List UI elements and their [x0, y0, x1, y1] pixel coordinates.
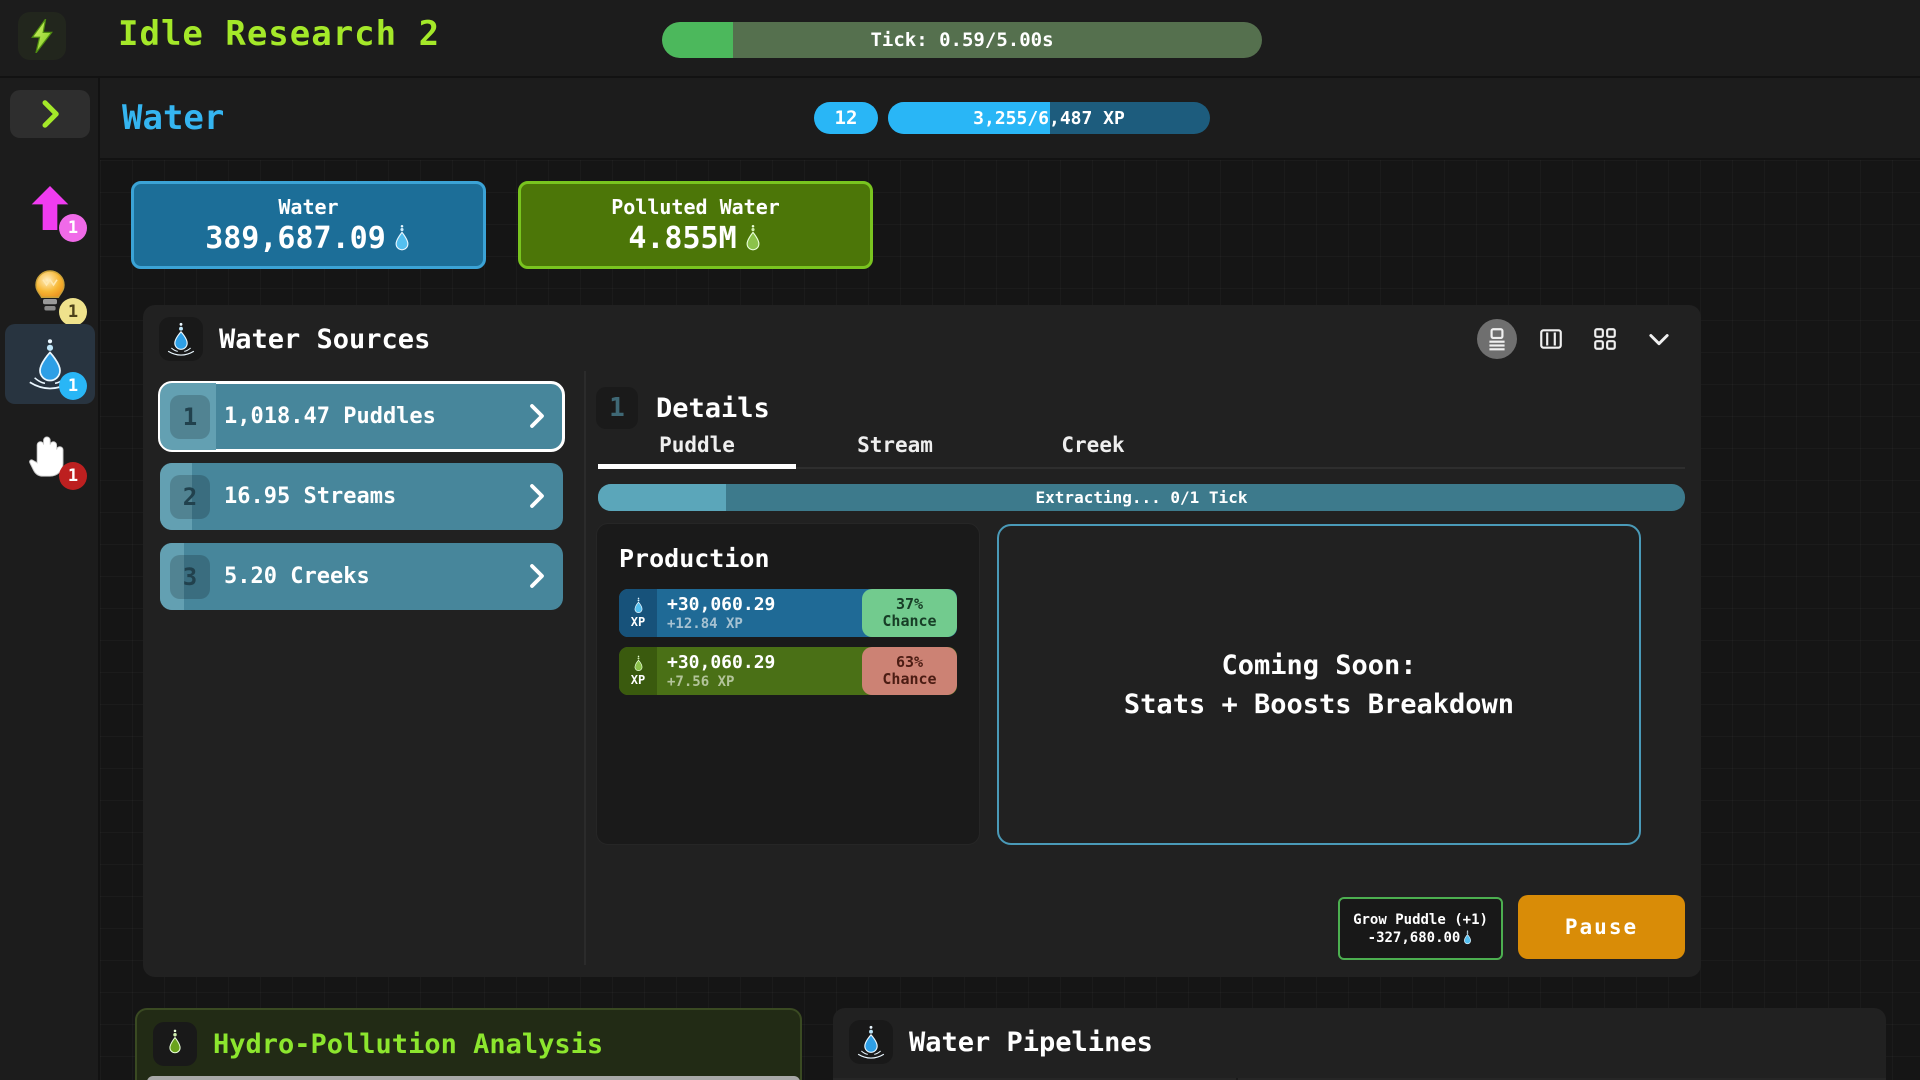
manual-badge: 1: [59, 462, 87, 490]
grow-puddle-button[interactable]: Grow Puddle (+1) -327,680.00: [1338, 897, 1503, 960]
chance-percent: 37%: [896, 596, 923, 613]
level-badge: 12: [814, 102, 878, 134]
water-droplet-icon: [632, 597, 645, 614]
production-amount: +30,060.29: [667, 594, 775, 615]
coming-soon-line2: Stats + Boosts Breakdown: [1124, 689, 1514, 720]
chance-chip: 63% Chance: [862, 647, 957, 695]
production-card: Production XP +30,060.29 +12.84: [596, 523, 980, 845]
hydro-panel-title: Hydro-Pollution Analysis: [213, 1029, 603, 1060]
tab-creek[interactable]: Creek: [994, 433, 1192, 469]
chance-word: Chance: [882, 613, 936, 630]
production-row-polluted: XP +30,060.29 +7.56 XP 63% Chance: [619, 647, 957, 695]
grid-view-button[interactable]: [1585, 319, 1625, 359]
water-card-value: 389,687.09: [205, 221, 386, 256]
upgrades-badge: 1: [59, 214, 87, 242]
production-amount: +30,060.29: [667, 652, 775, 673]
polluted-droplet-icon: [632, 655, 645, 672]
sources-panel-title: Water Sources: [219, 324, 430, 355]
chevron-right-icon: [527, 561, 547, 591]
details-index-badge: 1: [596, 387, 638, 429]
coming-soon-box: Coming Soon: Stats + Boosts Breakdown: [997, 524, 1641, 845]
app-title: Idle Research 2: [118, 14, 440, 54]
source-item-puddles[interactable]: 1 1,018.47 Puddles: [160, 383, 563, 450]
extracting-label: Extracting... 0/1 Tick: [598, 484, 1685, 511]
coming-soon-line1: Coming Soon:: [1221, 650, 1416, 681]
source-label: 16.95 Streams: [224, 484, 396, 509]
xp-tag: XP: [631, 673, 645, 687]
grow-button-line1: Grow Puddle (+1): [1353, 912, 1488, 928]
game-screen: Idle Research 2 Tick: 0.59/5.00s Water 1…: [0, 0, 1920, 1080]
production-xp: +12.84 XP: [667, 616, 775, 632]
water-drop-ripple-icon: [849, 1020, 893, 1064]
production-row-water: XP +30,060.29 +12.84 XP 37% Chance: [619, 589, 957, 637]
sidebar-collapse-button[interactable]: [10, 90, 90, 138]
polluted-card-label: Polluted Water: [611, 195, 780, 219]
water-droplet-icon: [1462, 930, 1473, 945]
app-logo-button[interactable]: [18, 12, 66, 60]
chance-chip: 37% Chance: [862, 589, 957, 637]
rows-view-icon: [1484, 326, 1510, 352]
chevron-right-icon: [527, 401, 547, 431]
grid-view-icon: [1592, 326, 1618, 352]
collapse-panel-button[interactable]: [1639, 319, 1679, 359]
tab-stream[interactable]: Stream: [796, 433, 994, 469]
main-content: Water 389,687.09 Polluted Water 4.855M: [100, 160, 1920, 1080]
water-droplet-icon: [392, 224, 412, 252]
polluted-water-resource-card[interactable]: Polluted Water 4.855M: [518, 181, 873, 269]
tick-progress-bar: Tick: 0.59/5.00s: [662, 22, 1262, 58]
polluted-card-value: 4.855M: [628, 221, 736, 256]
chevron-down-icon: [1645, 325, 1673, 353]
polluted-drop-icon: [153, 1022, 197, 1066]
details-divider: [584, 371, 586, 965]
tab-puddle[interactable]: Puddle: [598, 433, 796, 469]
sidebar-item-upgrades[interactable]: 1: [5, 170, 95, 246]
source-index: 3: [170, 555, 210, 599]
water-badge: 1: [59, 372, 87, 400]
water-drop-ripple-icon: [159, 317, 203, 361]
production-xp: +7.56 XP: [667, 674, 775, 690]
source-label: 1,018.47 Puddles: [224, 404, 436, 429]
nav-bar: Water 12 3,255/6,487 XP: [100, 78, 1920, 160]
tick-label: Tick: 0.59/5.00s: [662, 22, 1262, 58]
columns-view-icon: [1538, 326, 1564, 352]
page-title: Water: [122, 98, 224, 138]
water-pipelines-panel: Water Pipelines: [833, 1008, 1886, 1080]
chevron-right-icon: [527, 481, 547, 511]
chance-percent: 63%: [896, 654, 923, 671]
top-bar: Idle Research 2 Tick: 0.59/5.00s: [0, 0, 1920, 78]
polluted-droplet-icon: [743, 224, 763, 252]
sidebar-item-water[interactable]: 1: [5, 324, 95, 404]
columns-view-button[interactable]: [1531, 319, 1571, 359]
chance-word: Chance: [882, 671, 936, 688]
research-badge: 1: [59, 298, 87, 326]
xp-progress-bar: 3,255/6,487 XP: [888, 102, 1210, 134]
chevron-right-icon: [37, 99, 63, 129]
xp-tag: XP: [631, 615, 645, 629]
hydro-progress-strip: [147, 1076, 800, 1080]
extracting-progress-bar: Extracting... 0/1 Tick: [598, 484, 1685, 511]
sidebar-item-research[interactable]: 1: [5, 254, 95, 330]
source-index: 1: [170, 395, 210, 439]
source-label: 5.20 Creeks: [224, 564, 370, 589]
production-title: Production: [619, 544, 957, 573]
water-card-label: Water: [278, 195, 338, 219]
hydro-pollution-panel: Hydro-Pollution Analysis: [135, 1008, 802, 1080]
water-resource-card[interactable]: Water 389,687.09: [131, 181, 486, 269]
source-index: 2: [170, 475, 210, 519]
lightning-icon: [27, 19, 57, 53]
details-title: Details: [656, 393, 770, 424]
rows-view-button[interactable]: [1477, 319, 1517, 359]
details-tabs: Puddle Stream Creek: [598, 433, 1685, 469]
source-item-creeks[interactable]: 3 5.20 Creeks: [160, 543, 563, 610]
water-sources-panel: Water Sources: [143, 305, 1701, 977]
xp-label: 3,255/6,487 XP: [888, 102, 1210, 134]
sidebar: 1 1: [0, 78, 100, 1080]
pipelines-panel-title: Water Pipelines: [909, 1027, 1153, 1058]
sidebar-item-manual[interactable]: 1: [5, 418, 95, 494]
source-item-streams[interactable]: 2 16.95 Streams: [160, 463, 563, 530]
grow-button-cost: -327,680.00: [1368, 930, 1461, 946]
pause-button[interactable]: Pause: [1518, 895, 1685, 959]
